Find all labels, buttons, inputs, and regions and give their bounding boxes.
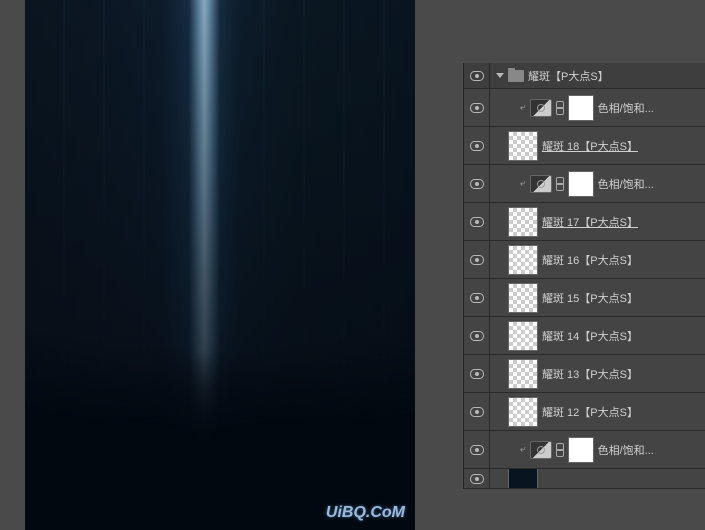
visibility-toggle[interactable] — [464, 127, 490, 164]
eye-icon — [470, 103, 484, 113]
eye-icon — [470, 369, 484, 379]
eye-icon — [470, 474, 484, 484]
eye-icon — [470, 217, 484, 227]
layer-thumbnail[interactable] — [508, 397, 538, 427]
disclosure-triangle-icon[interactable] — [496, 73, 504, 78]
visibility-toggle[interactable] — [464, 63, 490, 88]
eye-icon — [470, 331, 484, 341]
visibility-toggle[interactable] — [464, 431, 490, 468]
link-icon — [556, 178, 564, 190]
layer-name-label[interactable]: 色相/饱和... — [598, 100, 705, 116]
visibility-toggle[interactable] — [464, 203, 490, 240]
layer-name-label[interactable]: 耀斑 15【P大点S】 — [542, 290, 705, 306]
layer-name-label[interactable]: 耀斑 13【P大点S】 — [542, 366, 705, 382]
layer-row[interactable]: 耀斑 17【P大点S】 — [464, 203, 705, 241]
layer-row[interactable]: ⤷ 色相/饱和... — [464, 431, 705, 469]
layer-row[interactable]: ⤷ 色相/饱和... — [464, 165, 705, 203]
eye-icon — [470, 179, 484, 189]
layer-name-label[interactable]: 耀斑 17【P大点S】 — [542, 214, 705, 230]
layer-group-header[interactable]: 耀斑【P大点S】 — [464, 63, 705, 89]
mask-thumbnail[interactable] — [568, 171, 594, 197]
layer-row[interactable] — [464, 469, 705, 489]
visibility-toggle[interactable] — [464, 393, 490, 430]
eye-icon — [470, 141, 484, 151]
watermark-text: UiBQ.CoM — [326, 504, 405, 522]
layer-thumbnail[interactable] — [508, 359, 538, 389]
clip-arrow-icon: ⤷ — [520, 444, 526, 455]
eye-icon — [470, 255, 484, 265]
adjustment-icon — [530, 441, 552, 459]
visibility-toggle[interactable] — [464, 469, 490, 488]
clip-arrow-icon: ⤷ — [520, 102, 526, 113]
layer-thumbnail[interactable] — [508, 283, 538, 313]
layer-thumbnail[interactable] — [508, 131, 538, 161]
visibility-toggle[interactable] — [464, 355, 490, 392]
layer-row[interactable]: 耀斑 12【P大点S】 — [464, 393, 705, 431]
mask-thumbnail[interactable] — [568, 437, 594, 463]
layer-name-label[interactable]: 色相/饱和... — [598, 442, 705, 458]
layer-name-label[interactable]: 色相/饱和... — [598, 176, 705, 192]
mask-thumbnail[interactable] — [568, 95, 594, 121]
layer-row[interactable]: 耀斑 15【P大点S】 — [464, 279, 705, 317]
adjustment-icon — [530, 175, 552, 193]
visibility-toggle[interactable] — [464, 241, 490, 278]
group-name[interactable]: 耀斑【P大点S】 — [528, 68, 705, 84]
folder-icon — [508, 70, 524, 82]
layer-row[interactable]: 耀斑 18【P大点S】 — [464, 127, 705, 165]
layer-thumbnail[interactable] — [508, 469, 538, 489]
layer-row[interactable]: ⤷ 色相/饱和... — [464, 89, 705, 127]
layer-name-label[interactable]: 耀斑 18【P大点S】 — [542, 138, 705, 154]
layer-row[interactable]: 耀斑 14【P大点S】 — [464, 317, 705, 355]
link-icon — [556, 102, 564, 114]
layer-row[interactable]: 耀斑 16【P大点S】 — [464, 241, 705, 279]
layer-row[interactable]: 耀斑 13【P大点S】 — [464, 355, 705, 393]
document-canvas[interactable]: UiBQ.CoM — [25, 0, 415, 530]
eye-icon — [470, 293, 484, 303]
layer-name-label[interactable]: 耀斑 16【P大点S】 — [542, 252, 705, 268]
adjustment-icon — [530, 99, 552, 117]
layer-name-label[interactable]: 耀斑 12【P大点S】 — [542, 404, 705, 420]
clip-arrow-icon: ⤷ — [520, 178, 526, 189]
visibility-toggle[interactable] — [464, 89, 490, 126]
layer-thumbnail[interactable] — [508, 245, 538, 275]
visibility-toggle[interactable] — [464, 317, 490, 354]
layers-panel: 耀斑【P大点S】 ⤷ 色相/饱和... 耀斑 18【P大点S】 ⤷ 色相/饱和.… — [463, 63, 705, 489]
layer-thumbnail[interactable] — [508, 207, 538, 237]
visibility-toggle[interactable] — [464, 279, 490, 316]
eye-icon — [470, 445, 484, 455]
layer-name-label[interactable]: 耀斑 14【P大点S】 — [542, 328, 705, 344]
visibility-toggle[interactable] — [464, 165, 490, 202]
link-icon — [556, 444, 564, 456]
layer-thumbnail[interactable] — [508, 321, 538, 351]
eye-icon — [470, 407, 484, 417]
eye-icon — [470, 71, 484, 81]
